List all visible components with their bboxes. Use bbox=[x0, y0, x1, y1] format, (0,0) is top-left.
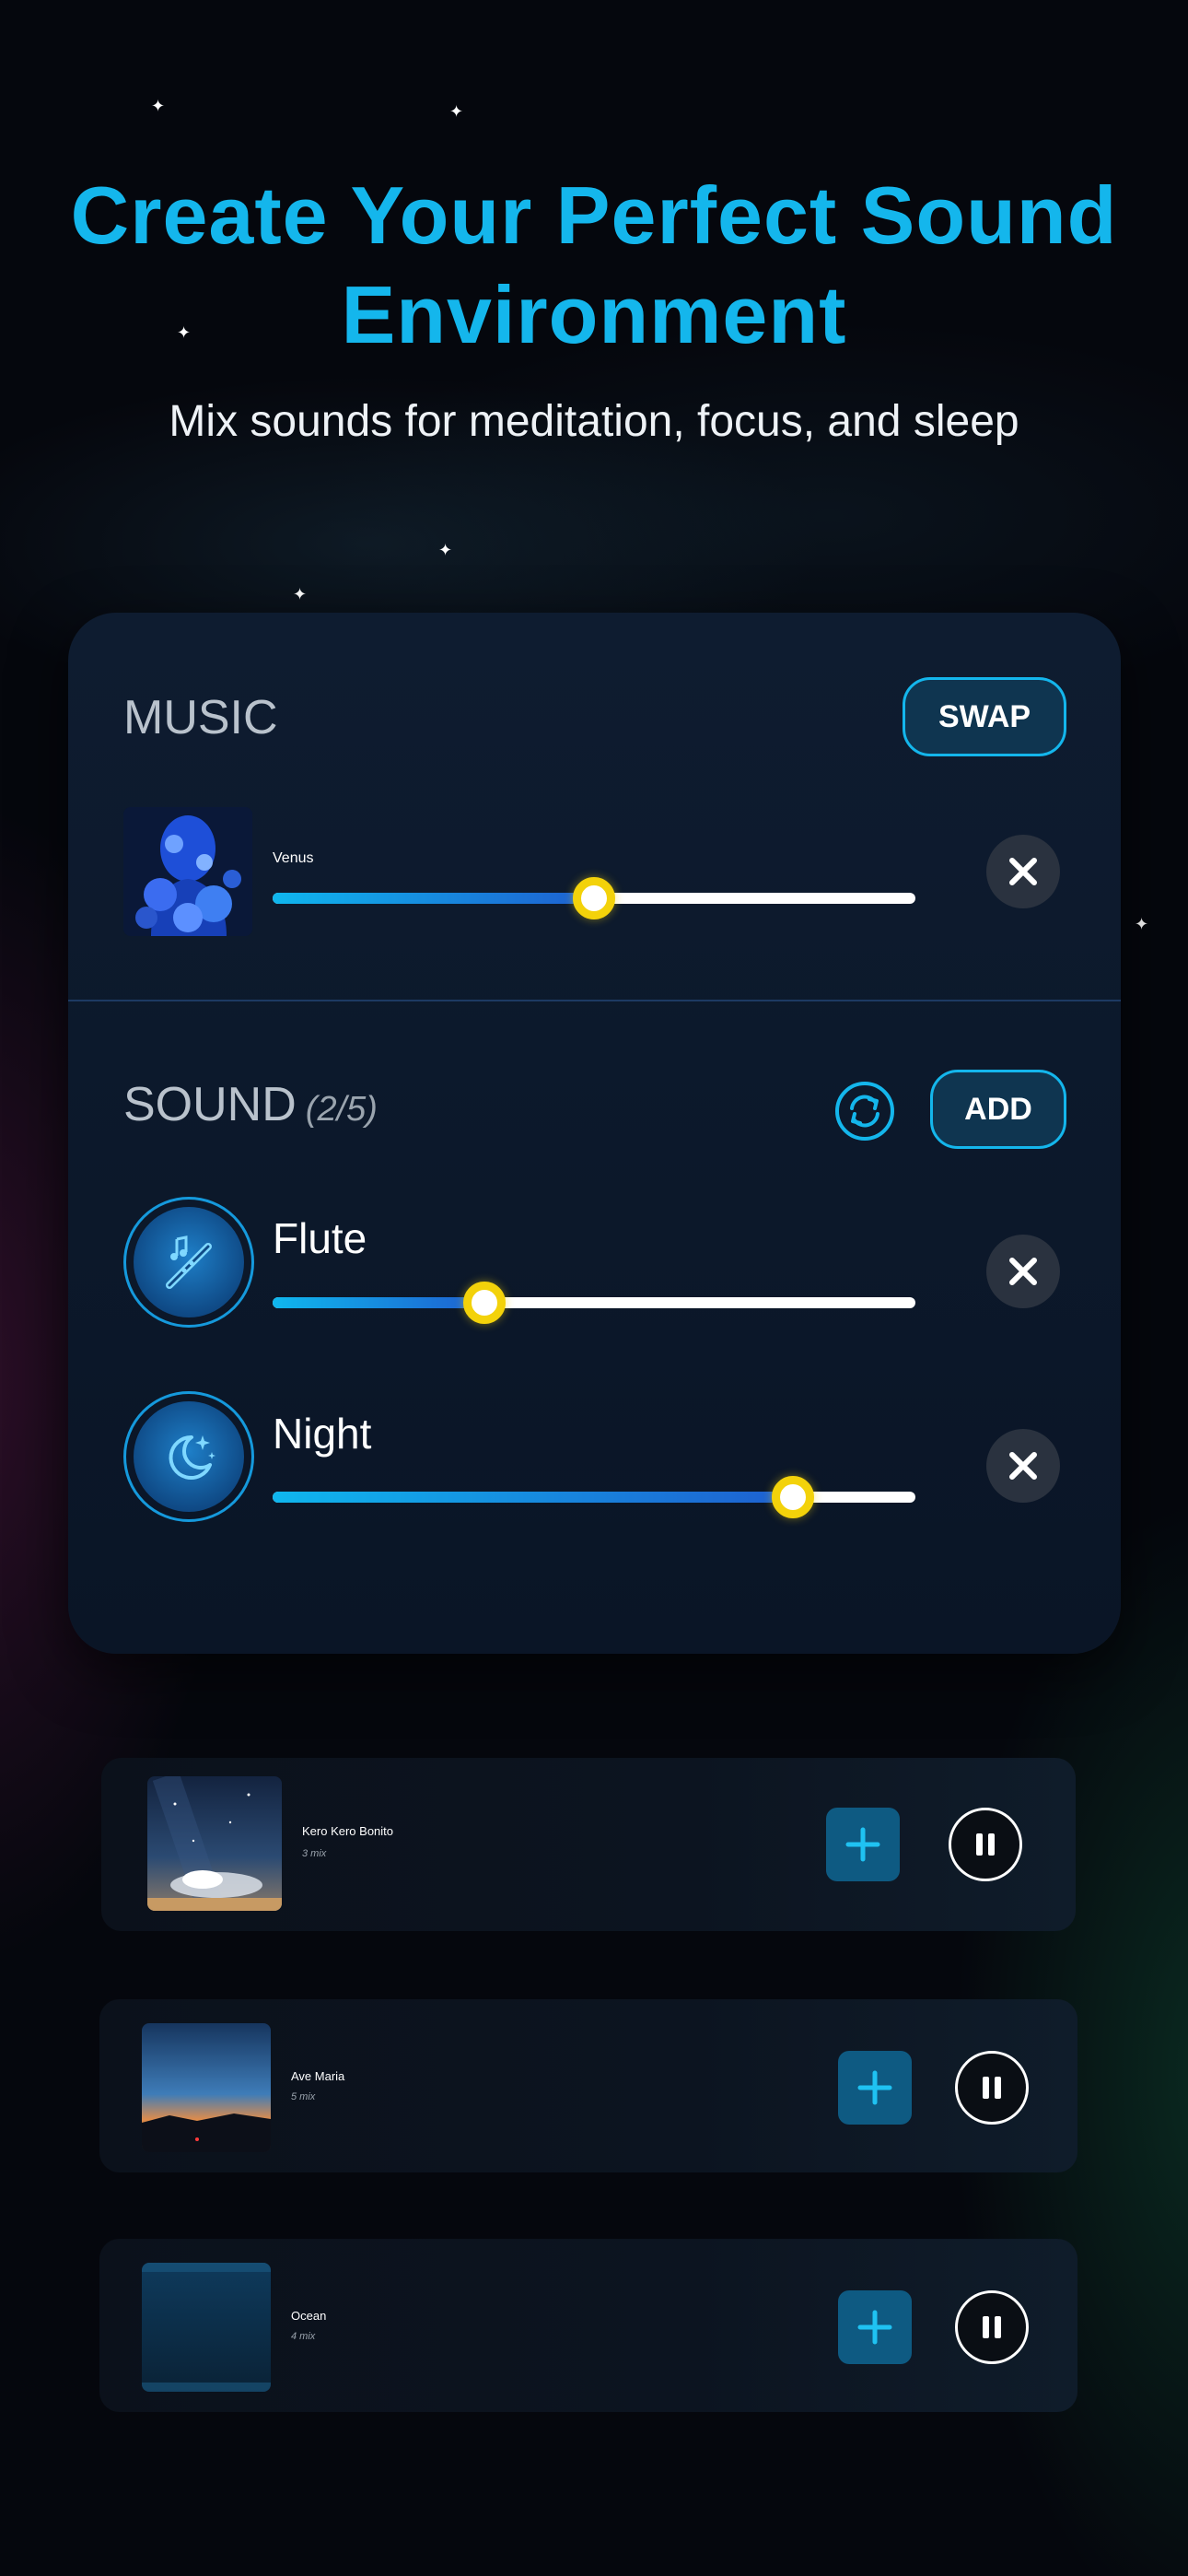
add-sound-button[interactable]: ADD bbox=[930, 1070, 1066, 1149]
sound-mixer-panel: MUSIC SWAP Venus SOUND (2/5) ADD Flute N… bbox=[68, 613, 1121, 1654]
slider-fill bbox=[273, 1492, 794, 1503]
mix-subtitle: 4 mix bbox=[291, 2331, 316, 2342]
mix-subtitle: 5 mix bbox=[291, 2091, 316, 2102]
star-decoration: ✦ bbox=[449, 102, 464, 121]
plus-icon bbox=[857, 2310, 892, 2345]
slider-thumb[interactable] bbox=[772, 1476, 815, 1518]
close-icon bbox=[1009, 858, 1037, 885]
close-icon bbox=[1009, 1258, 1037, 1285]
plus-icon bbox=[845, 1827, 880, 1862]
pause-icon bbox=[983, 2077, 1001, 2099]
music-volume-slider[interactable] bbox=[273, 877, 915, 919]
mix-title: Kero Kero Bonito bbox=[302, 1824, 394, 1838]
mix-card[interactable]: Kero Kero Bonito 3 mix bbox=[101, 1758, 1076, 1931]
sound-section-title: SOUND (2/5) bbox=[123, 1077, 378, 1132]
star-decoration: ✦ bbox=[151, 97, 166, 115]
plus-icon bbox=[857, 2070, 892, 2105]
page-subtitle: Mix sounds for meditation, focus, and sl… bbox=[169, 397, 1019, 446]
pause-mix-button[interactable] bbox=[949, 1808, 1022, 1881]
star-decoration: ✦ bbox=[1135, 915, 1149, 933]
mix-cover-starry-sky bbox=[147, 1776, 282, 1911]
add-mix-button[interactable] bbox=[826, 1808, 900, 1881]
slider-fill bbox=[273, 1297, 485, 1308]
add-mix-button[interactable] bbox=[838, 2290, 912, 2364]
mix-title: Ocean bbox=[291, 2309, 327, 2323]
sound-count: (2/5) bbox=[305, 1090, 378, 1129]
mix-card[interactable]: Ave Maria 5 mix bbox=[99, 1999, 1077, 2172]
close-icon bbox=[1009, 1452, 1037, 1480]
night-volume-slider[interactable] bbox=[273, 1476, 915, 1518]
pause-mix-button[interactable] bbox=[955, 2290, 1029, 2364]
mix-title: Ave Maria bbox=[291, 2069, 345, 2083]
remove-flute-button[interactable] bbox=[986, 1235, 1060, 1308]
sound-name-night: Night bbox=[273, 1410, 372, 1458]
flute-icon bbox=[166, 1235, 212, 1289]
mix-cover-sunset bbox=[142, 2023, 271, 2152]
page-title: Create Your Perfect Sound Environment bbox=[70, 170, 1118, 360]
slider-fill bbox=[273, 893, 594, 904]
pause-mix-button[interactable] bbox=[955, 2051, 1029, 2125]
moon-stars-icon bbox=[169, 1434, 215, 1480]
slider-thumb[interactable] bbox=[573, 877, 615, 919]
remove-night-button[interactable] bbox=[986, 1429, 1060, 1503]
slider-thumb[interactable] bbox=[463, 1282, 507, 1324]
pause-icon bbox=[983, 2316, 1001, 2338]
music-section-title: MUSIC bbox=[123, 691, 278, 744]
music-track-name: Venus bbox=[273, 850, 314, 866]
night-sound-icon bbox=[123, 1391, 254, 1522]
sound-section-label: SOUND bbox=[123, 1078, 297, 1131]
pause-icon bbox=[976, 1833, 995, 1856]
flute-sound-icon bbox=[123, 1197, 254, 1328]
add-mix-button[interactable] bbox=[838, 2051, 912, 2125]
remove-music-button[interactable] bbox=[986, 835, 1060, 908]
sound-name-flute: Flute bbox=[273, 1214, 367, 1262]
swap-button[interactable]: SWAP bbox=[903, 677, 1066, 756]
star-decoration: ✦ bbox=[438, 541, 453, 559]
album-cover bbox=[123, 807, 252, 936]
flute-volume-slider[interactable] bbox=[273, 1282, 915, 1324]
star-decoration: ✦ bbox=[293, 585, 308, 603]
mix-card[interactable]: Ocean 4 mix bbox=[99, 2239, 1077, 2412]
mix-subtitle: 3 mix bbox=[302, 1848, 327, 1859]
refresh-icon[interactable] bbox=[834, 1081, 895, 1142]
section-divider bbox=[68, 1000, 1121, 1001]
mix-cover-ocean bbox=[142, 2263, 271, 2392]
